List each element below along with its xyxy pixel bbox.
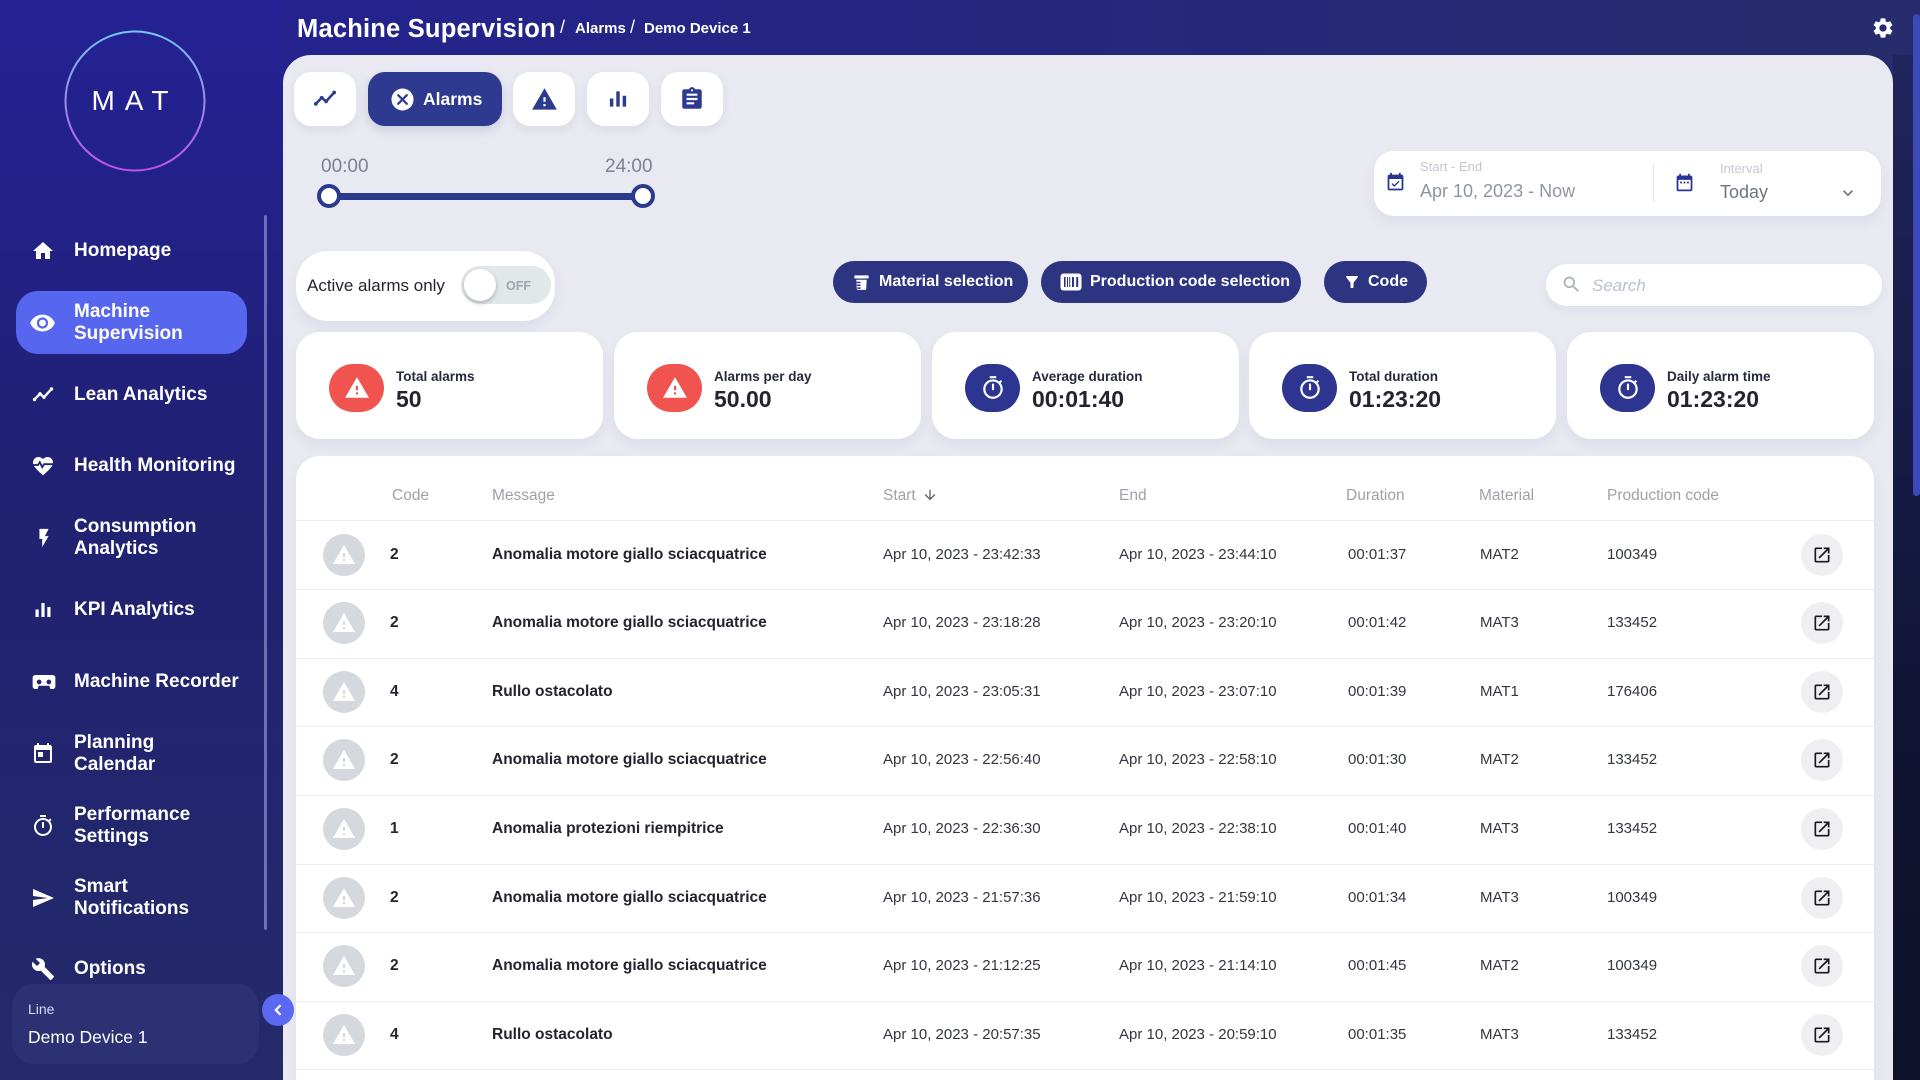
svg-text:MAT: MAT bbox=[91, 85, 178, 116]
